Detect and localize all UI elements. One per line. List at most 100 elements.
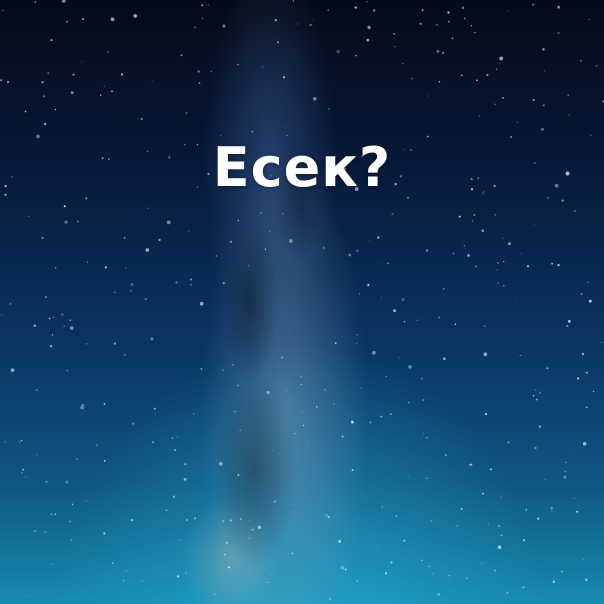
star <box>422 399 425 401</box>
star <box>426 437 428 439</box>
star <box>28 215 30 218</box>
star <box>144 298 147 301</box>
star <box>329 597 331 600</box>
star <box>502 237 504 239</box>
star <box>411 78 413 80</box>
star <box>229 519 232 522</box>
star <box>106 50 110 53</box>
star <box>391 212 394 216</box>
star <box>150 337 154 341</box>
star <box>69 319 72 321</box>
star <box>223 553 226 556</box>
star <box>481 229 484 232</box>
star <box>338 539 342 543</box>
star <box>366 38 370 42</box>
star <box>358 293 361 295</box>
star <box>178 539 181 542</box>
star <box>48 317 51 320</box>
star <box>561 199 564 202</box>
star <box>532 98 535 102</box>
star <box>582 558 584 560</box>
star <box>239 518 242 520</box>
star <box>494 569 496 572</box>
star <box>222 369 225 372</box>
star <box>495 68 498 70</box>
star <box>215 255 217 257</box>
star <box>350 420 354 424</box>
star <box>539 392 541 394</box>
star <box>50 513 53 516</box>
star <box>237 219 240 222</box>
star <box>114 291 116 293</box>
star <box>313 97 317 101</box>
star <box>207 4 210 6</box>
star <box>435 23 438 26</box>
star <box>373 9 376 12</box>
star <box>568 114 570 116</box>
star <box>452 252 454 255</box>
star <box>426 95 429 97</box>
star <box>266 390 270 395</box>
star <box>419 22 422 25</box>
star <box>366 1 368 3</box>
star <box>408 365 412 369</box>
star <box>288 239 293 243</box>
star <box>69 520 71 523</box>
star <box>110 17 115 22</box>
star <box>532 395 535 397</box>
star <box>442 51 445 55</box>
star <box>192 413 195 415</box>
star <box>561 570 563 573</box>
star <box>563 475 567 479</box>
star <box>407 401 410 404</box>
star <box>103 403 106 405</box>
star <box>174 449 176 451</box>
star <box>45 480 48 483</box>
star <box>175 281 178 284</box>
star <box>65 20 69 23</box>
star <box>28 594 31 596</box>
star <box>463 245 466 247</box>
star <box>500 496 502 498</box>
star <box>158 238 161 242</box>
star <box>355 54 357 57</box>
star <box>499 56 504 61</box>
star <box>248 537 250 539</box>
star <box>333 403 336 405</box>
star <box>506 591 509 594</box>
star <box>76 458 78 460</box>
star <box>85 342 88 345</box>
star <box>574 210 576 212</box>
star <box>336 49 340 54</box>
star <box>585 578 588 581</box>
star <box>436 49 440 53</box>
star <box>516 121 518 124</box>
star <box>145 248 150 252</box>
star <box>576 377 580 380</box>
star <box>315 406 318 408</box>
star <box>444 454 447 457</box>
star <box>393 32 395 35</box>
star <box>72 73 75 76</box>
star <box>50 39 53 42</box>
star <box>401 298 405 302</box>
star <box>228 132 231 134</box>
star <box>573 450 575 452</box>
star <box>222 282 225 285</box>
star <box>301 411 303 413</box>
star <box>557 263 560 267</box>
star <box>0 79 3 82</box>
star <box>573 497 575 499</box>
star <box>356 342 358 344</box>
star <box>380 415 383 418</box>
star <box>55 267 57 269</box>
star <box>426 477 428 480</box>
star <box>267 581 269 584</box>
star <box>488 523 490 525</box>
star <box>70 91 74 95</box>
star <box>430 519 433 522</box>
star <box>251 528 254 531</box>
star <box>483 325 486 327</box>
star <box>200 368 203 370</box>
star <box>281 356 284 359</box>
